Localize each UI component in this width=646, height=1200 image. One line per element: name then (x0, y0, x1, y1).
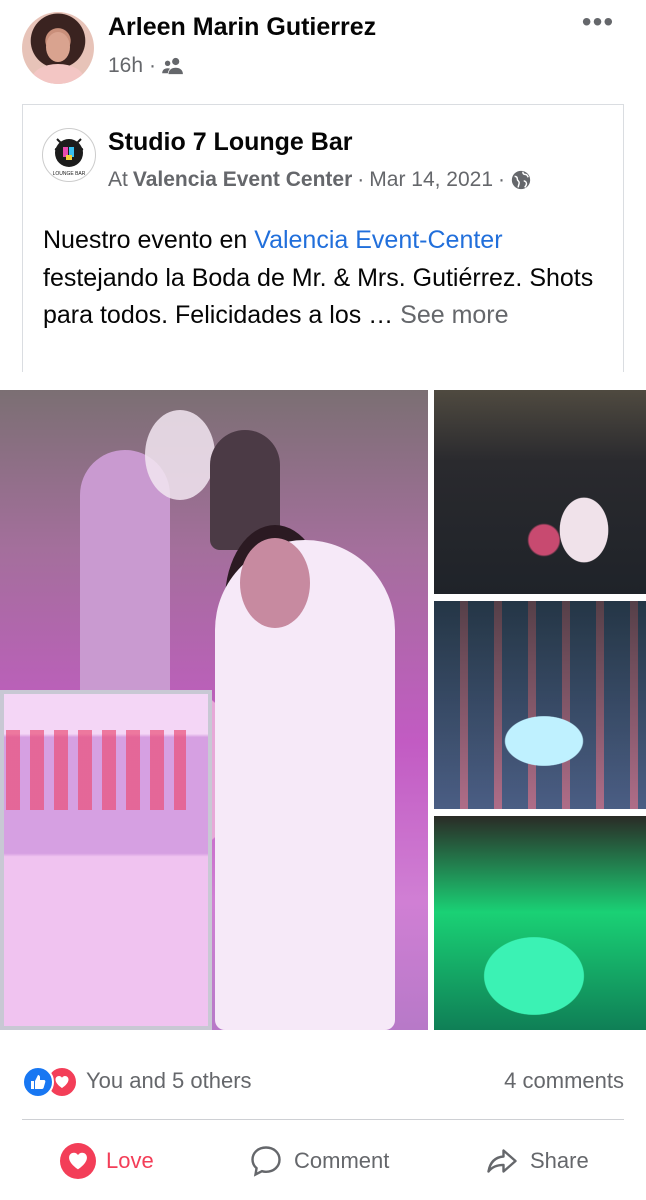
comment-label: Comment (294, 1148, 390, 1173)
shared-page-name[interactable]: Studio 7 Lounge Bar (108, 128, 352, 157)
comment-button[interactable]: Comment (248, 1138, 389, 1184)
audience-separator: · (498, 168, 506, 191)
shared-post-meta: At Valencia Event Center · Mar 14, 2021 … (108, 168, 532, 192)
photo-bottom-right[interactable] (434, 816, 646, 1030)
photo-middle-right[interactable] (434, 601, 646, 809)
photo-bride-dress (215, 540, 395, 1030)
location-link[interactable]: Valencia Event Center (133, 168, 352, 192)
logo-text: LOUNGE BAR (53, 171, 86, 177)
share-icon (487, 1149, 517, 1173)
comment-icon (251, 1146, 281, 1177)
share-label: Share (530, 1148, 589, 1173)
share-button[interactable]: Share (484, 1138, 589, 1184)
avatar-face (46, 32, 70, 62)
photo-flowers (145, 410, 215, 500)
avatar-shirt (32, 64, 84, 84)
reactions-summary[interactable]: You and 5 others (86, 1068, 252, 1094)
comments-count[interactable]: 4 comments (504, 1068, 624, 1094)
love-button[interactable]: Love (60, 1138, 154, 1184)
photo-top-right[interactable] (434, 390, 646, 594)
shared-post-date[interactable]: Mar 14, 2021 (369, 168, 493, 192)
photo-bride-face (240, 538, 310, 628)
author-name[interactable]: Arleen Marin Gutierrez (108, 13, 376, 42)
reaction-icons[interactable] (22, 1066, 78, 1098)
photo-shot-glasses (6, 730, 186, 810)
like-icon (22, 1066, 54, 1098)
actions-divider (22, 1119, 624, 1120)
love-label: Love (106, 1148, 154, 1173)
event-center-link[interactable]: Valencia Event-Center (254, 226, 502, 254)
at-prefix: At (108, 168, 128, 191)
meta-separator: · (149, 54, 157, 77)
love-icon (60, 1143, 96, 1179)
author-avatar[interactable] (22, 12, 94, 84)
post-meta: 16h · (108, 54, 184, 78)
post-text-start: Nuestro evento en (43, 226, 255, 254)
globe-icon (511, 170, 531, 190)
more-options-icon[interactable]: ••• (580, 8, 616, 40)
lounge-logo-icon: LOUNGE BAR (53, 138, 86, 177)
see-more-link[interactable]: See more (400, 301, 508, 329)
date-separator: · (357, 168, 365, 191)
page-logo[interactable]: LOUNGE BAR (42, 128, 96, 182)
post-time[interactable]: 16h (108, 54, 143, 78)
photo-main[interactable] (0, 390, 428, 1030)
friends-icon (162, 57, 183, 75)
shared-post-text: Nuestro evento en Valencia Event-Center … (43, 222, 613, 335)
post-text-rest: festejando la Boda de Mr. & Mrs. Gutiérr… (43, 263, 594, 330)
